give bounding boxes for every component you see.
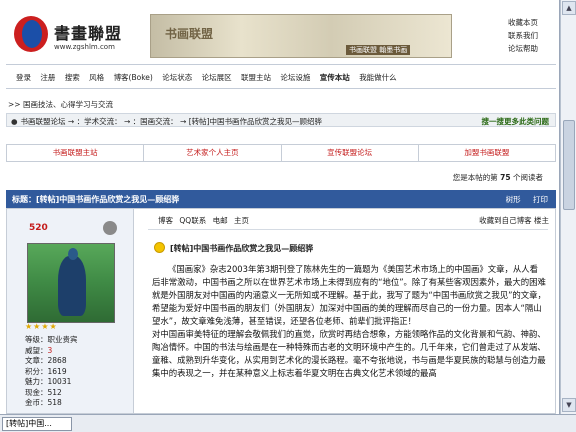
- help-link[interactable]: 论坛帮助: [508, 42, 559, 55]
- section-title: >> 国画技法、心得学习与交流: [8, 100, 113, 109]
- stat-points: 积分：1619: [25, 366, 67, 376]
- author-panel: 520 ★★★★ 等级：职业贵宾 威望：3 文章：2868 积分：1619 魅力…: [6, 208, 134, 414]
- post-toolbar: 博客 QQ联系 电邮 主页: [158, 215, 253, 226]
- main-nav: 登录 注册 搜索 风格 博客(Boke) 论坛状态 论坛展区 联盟主站 论坛设施…: [16, 72, 404, 83]
- breadcrumb[interactable]: ● 书画联盟论坛 → ：学术交流： → ：国画交流： → [转帖]中国书画作品欣赏…: [11, 116, 322, 127]
- topic-actions: 树形 打印: [496, 194, 548, 205]
- avatar[interactable]: [27, 243, 115, 323]
- author-id[interactable]: 520: [29, 223, 48, 233]
- nav-main-site[interactable]: 联盟主站: [241, 73, 271, 82]
- post-right-links[interactable]: 收藏到自己博客 楼主: [479, 215, 549, 226]
- print-link[interactable]: 打印: [533, 195, 548, 204]
- nav-forum-status[interactable]: 论坛状态: [162, 73, 192, 82]
- site-logo[interactable]: 書畫聯盟 www.zgshlm.com: [14, 14, 139, 56]
- nav-forum-gallery[interactable]: 论坛展区: [202, 73, 232, 82]
- homepage-link[interactable]: 主页: [234, 216, 249, 225]
- logo-url: www.zgshlm.com: [54, 43, 115, 51]
- post-paragraph: 《国画家》杂志2003年第3期刊登了陈林先生的一篇题为《美国艺术市场上的中国画》…: [152, 264, 546, 326]
- post-body: 《国画家》杂志2003年第3期刊登了陈林先生的一篇题为《美国艺术市场上的中国画》…: [152, 263, 546, 380]
- author-stats: 等级：职业贵宾 威望：3 文章：2868 积分：1619 魅力：10031 现金…: [25, 335, 78, 409]
- nav-what-can-i-do[interactable]: 我能做什么: [359, 73, 397, 82]
- quick-link-promote-forum[interactable]: 宣传联盟论坛: [282, 145, 419, 161]
- post-panel: 博客 QQ联系 电邮 主页 收藏到自己博客 楼主 [转帖]中国书画作品欣赏之我见…: [134, 208, 556, 414]
- smiley-icon: [154, 242, 165, 253]
- taskbar-window-button[interactable]: [转帖]中国...: [2, 417, 72, 431]
- qq-link[interactable]: QQ联系: [179, 216, 206, 225]
- nav-search[interactable]: 搜索: [65, 73, 80, 82]
- rank-stars: ★★★★: [25, 322, 58, 331]
- nav-promote[interactable]: 宣传本站: [320, 73, 350, 82]
- scroll-up-icon[interactable]: ▲: [562, 1, 576, 15]
- bookmark-link[interactable]: 收藏本页: [508, 16, 559, 29]
- tree-view-link[interactable]: 树形: [506, 195, 521, 204]
- scroll-down-icon[interactable]: ▼: [562, 398, 576, 412]
- stat-charm: 魅力：10031: [25, 377, 72, 386]
- breadcrumb-text[interactable]: 书画联盟论坛 → ：学术交流： → ：国画交流： → [转帖]中国书画作品欣赏之…: [21, 117, 323, 126]
- stat-level: 等级：职业贵宾: [25, 335, 78, 344]
- blog-link[interactable]: 博客: [158, 216, 173, 225]
- forum-page: 書畫聯盟 www.zgshlm.com 书画联盟 书画联盟 翰墨书画 收藏本页 …: [0, 0, 560, 414]
- scrollbar-thumb[interactable]: [563, 120, 575, 210]
- stat-cash: 现金：512: [25, 387, 62, 397]
- header-banner[interactable]: 书画联盟 书画联盟 翰墨书画: [150, 14, 452, 58]
- stat-posts: 文章：2868: [25, 356, 67, 365]
- peacock-image-icon: [58, 256, 86, 316]
- quick-links: 书画联盟主站 艺术家个人主页 宣传联盟论坛 加盟书画联盟: [6, 144, 556, 162]
- logo-name: 書畫聯盟: [54, 24, 123, 43]
- nav-style[interactable]: 风格: [89, 73, 104, 82]
- taskbar: [转帖]中国...: [0, 414, 576, 432]
- breadcrumb-bar: ● 书画联盟论坛 → ：学术交流： → ：国画交流： → [转帖]中国书画作品欣赏…: [6, 113, 556, 127]
- nav-register[interactable]: 注册: [40, 73, 55, 82]
- quick-link-artist-home[interactable]: 艺术家个人主页: [144, 145, 282, 161]
- reader-count: 您是本帖的第 75 个阅读者: [452, 173, 543, 182]
- post-paragraph: 对中国画审美特征的理解会敬佩我们的直觉，欣赏时再结合想象，方能领略作品的文化背景…: [152, 329, 546, 378]
- email-link[interactable]: 电邮: [213, 216, 228, 225]
- vertical-scrollbar[interactable]: ▲ ▼: [560, 0, 576, 414]
- nav-login[interactable]: 登录: [16, 73, 31, 82]
- nav-forum-tools[interactable]: 论坛设施: [280, 73, 310, 82]
- divider: [6, 88, 556, 89]
- nav-blog[interactable]: 博客(Boke): [114, 73, 153, 82]
- topic-titlebar: 标题：[转帖]中国书画作品欣赏之我见—顾绍骅 树形 打印: [6, 190, 556, 208]
- divider: [6, 64, 556, 65]
- quick-link-main-site[interactable]: 书画联盟主站: [7, 145, 145, 161]
- contact-link[interactable]: 联系我们: [508, 29, 559, 42]
- stat-prestige: 威望：3: [25, 345, 53, 355]
- logo-mark-icon: [14, 16, 48, 52]
- search-more-link[interactable]: 搜一搜更多此类问题: [482, 116, 550, 127]
- online-status-icon: [103, 221, 117, 235]
- bullet-icon: ●: [11, 117, 18, 126]
- topic-title: 标题：[转帖]中国书画作品欣赏之我见—顾绍骅: [12, 195, 180, 204]
- reader-count-value: 75: [500, 173, 511, 182]
- stat-gold: 金币：518: [25, 398, 62, 407]
- post-subject: [转帖]中国书画作品欣赏之我见—顾绍骅: [170, 244, 314, 253]
- divider: [148, 229, 548, 230]
- top-links: 收藏本页 联系我们 论坛帮助: [508, 16, 559, 55]
- quick-link-join[interactable]: 加盟书画联盟: [419, 145, 555, 161]
- banner-caption: 书画联盟 翰墨书画: [346, 45, 411, 55]
- banner-title: 书画联盟: [165, 27, 214, 41]
